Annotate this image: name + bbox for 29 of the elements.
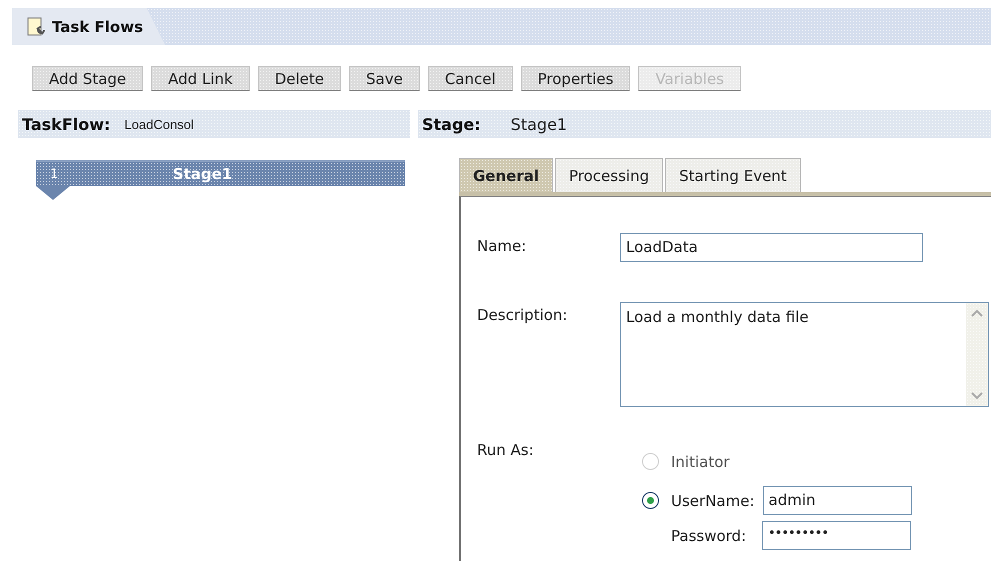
stage-name: Stage1 xyxy=(510,114,568,134)
taskflow-name: LoadConsol xyxy=(124,116,194,132)
description-field[interactable]: Load a monthly data file xyxy=(620,302,989,407)
taskflow-label: TaskFlow: xyxy=(22,114,110,134)
description-label: Description: xyxy=(477,305,568,326)
toolbar-button[interactable]: Cancel xyxy=(428,66,513,91)
password-field[interactable]: ••••••••• xyxy=(762,521,911,550)
toolbar-button[interactable]: Add Stage xyxy=(32,66,144,91)
toolbar-button[interactable]: Add Link xyxy=(151,66,250,91)
tab[interactable]: Processing xyxy=(555,158,664,192)
radio-label: Initiator xyxy=(671,452,730,470)
task-flow-icon xyxy=(26,16,46,36)
radio-button[interactable] xyxy=(642,492,659,509)
title-tab[interactable]: Task Flows xyxy=(12,8,166,45)
password-label: Password: xyxy=(671,526,748,544)
window-title: Task Flows xyxy=(52,18,144,36)
radio-label: UserName: xyxy=(671,492,754,510)
scrollbar[interactable] xyxy=(966,303,988,406)
toolbar-button[interactable]: Save xyxy=(348,66,420,91)
toolbar-button[interactable]: Properties xyxy=(520,66,630,91)
tab[interactable]: Starting Event xyxy=(665,158,801,192)
username-field[interactable]: admin xyxy=(762,486,912,515)
stage-label: Stage: xyxy=(422,114,481,134)
run-as-label: Run As: xyxy=(477,440,535,461)
name-label: Name: xyxy=(477,236,528,257)
tab[interactable]: General xyxy=(459,158,553,192)
stage-pointer-icon xyxy=(36,186,70,200)
name-field[interactable]: LoadData xyxy=(620,233,923,262)
toolbar-button[interactable]: Delete xyxy=(258,66,341,91)
